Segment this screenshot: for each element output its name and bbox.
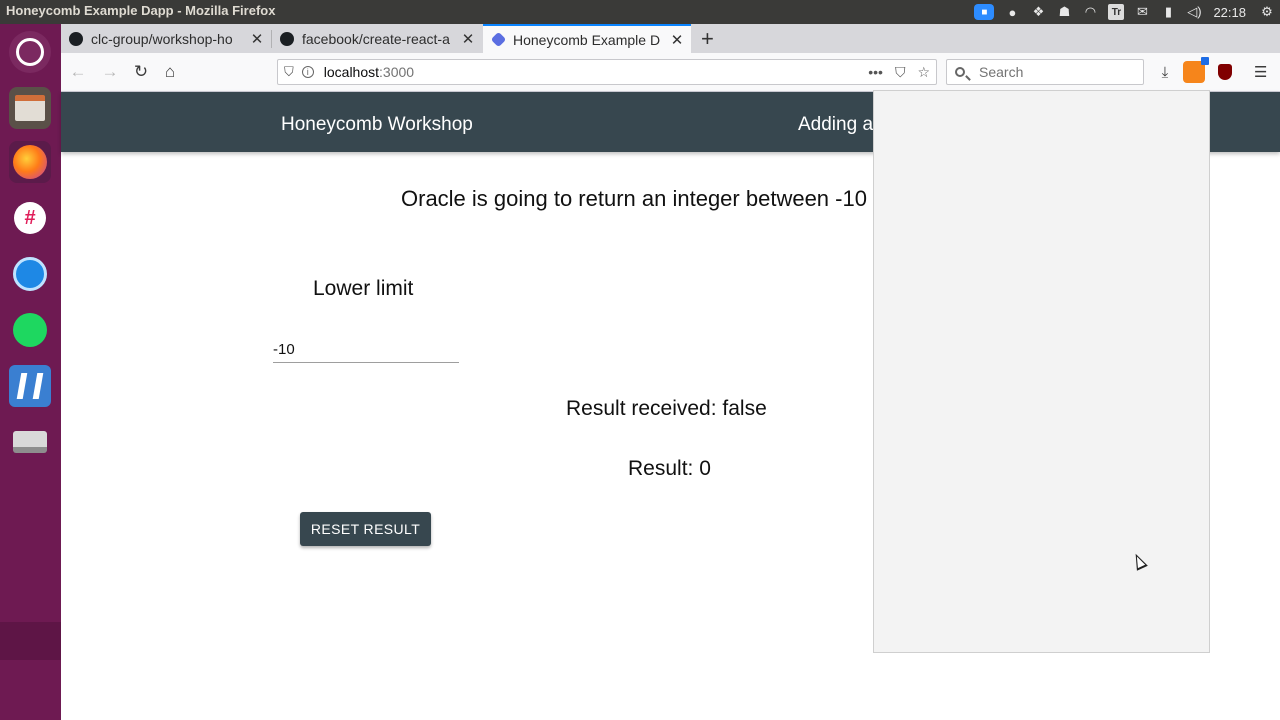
search-icon [955, 67, 965, 77]
pocket-icon[interactable]: ⛉ [895, 64, 906, 81]
github-icon [280, 31, 294, 46]
launcher-ubuntu[interactable] [6, 28, 54, 76]
launcher: # [0, 24, 61, 720]
spotify-icon [9, 309, 51, 351]
close-icon[interactable]: ✕ [460, 30, 476, 48]
app-title[interactable]: Honeycomb Workshop [281, 114, 473, 136]
result-value-text: Result: 0 [628, 457, 711, 480]
tab-label: Honeycomb Example D [513, 31, 661, 48]
oracle-message: Oracle is going to return an integer bet… [401, 186, 867, 211]
ubuntu-icon [9, 31, 51, 73]
tab-label: facebook/create-react-a [302, 30, 450, 47]
launcher-firefox[interactable] [6, 138, 54, 186]
dropbox-icon[interactable]: ❖ [1030, 4, 1046, 20]
firefox-icon [9, 141, 51, 183]
files-icon [9, 87, 51, 129]
disk-icon [9, 421, 51, 463]
downloads-icon[interactable]: ⤓ [1154, 61, 1176, 83]
launcher-vscode[interactable] [6, 362, 54, 410]
forward-arrow-icon[interactable]: → [99, 61, 121, 83]
vscode-icon [9, 365, 51, 407]
url-bar[interactable]: ⛉ i localhost:3000 ••• ⛉ ☆ [277, 59, 937, 85]
settings-gear-icon[interactable]: ⚙ [1259, 4, 1275, 20]
new-tab-plus-icon[interactable]: + [701, 26, 714, 52]
power-icon [9, 253, 51, 295]
tracking-shield-icon[interactable]: ⛉ [284, 64, 294, 80]
close-icon[interactable]: ✕ [669, 31, 685, 49]
tab-create-react-app[interactable]: facebook/create-react-a ✕ [272, 24, 482, 53]
github-icon [69, 31, 83, 46]
back-arrow-icon[interactable]: ← [67, 61, 89, 83]
mail-icon[interactable]: ✉ [1134, 4, 1150, 20]
wifi-icon[interactable]: ◠ [1082, 4, 1098, 20]
launcher-slack[interactable]: # [6, 194, 54, 242]
ublock-extension[interactable] [1218, 61, 1232, 83]
home-icon[interactable]: ⌂ [159, 61, 181, 83]
battery-icon[interactable]: ▮ [1160, 4, 1176, 20]
page-actions-icon[interactable]: ••• [868, 64, 883, 80]
user-icon[interactable]: ☗ [1056, 4, 1072, 20]
launcher-disk[interactable] [6, 418, 54, 466]
clock[interactable]: 22:18 [1213, 5, 1246, 20]
launcher-trash-area[interactable] [0, 622, 61, 660]
reload-icon[interactable]: ↻ [130, 61, 152, 83]
metamask-fox-icon [1183, 57, 1209, 83]
ublock-shield-icon [1218, 64, 1232, 80]
os-top-bar: Honeycomb Example Dapp - Mozilla Firefox… [0, 0, 1280, 24]
tab-honeycomb[interactable]: Honeycomb Example D ✕ [483, 24, 691, 53]
bookmark-star-icon[interactable]: ☆ [917, 64, 930, 81]
system-tray: ■ ● ❖ ☗ ◠ Tr ✉ ▮ ◁) 22:18 ⚙ [969, 0, 1280, 24]
search-bar[interactable] [946, 59, 1144, 85]
search-input[interactable] [977, 63, 1131, 81]
site-info-icon[interactable]: i [301, 66, 314, 78]
close-icon[interactable]: ✕ [249, 30, 265, 48]
menu-hamburger-icon[interactable]: ☰ [1254, 61, 1267, 83]
extension-popup[interactable] [873, 90, 1210, 653]
launcher-spotify[interactable] [6, 306, 54, 354]
honeycomb-icon [490, 31, 507, 48]
tab-label: clc-group/workshop-ho [91, 30, 233, 47]
steam-icon[interactable]: ● [1004, 4, 1020, 20]
volume-icon[interactable]: ◁) [1186, 4, 1202, 20]
launcher-files[interactable] [6, 84, 54, 132]
lower-limit-input[interactable] [273, 336, 459, 363]
launcher-power[interactable] [6, 250, 54, 298]
lower-limit-label: Lower limit [313, 277, 414, 300]
slack-icon: # [9, 197, 51, 239]
keyboard-layout-icon[interactable]: Tr [1108, 4, 1125, 20]
reset-result-button[interactable]: RESET RESULT [300, 512, 431, 546]
navigation-toolbar: ← → ↻ ⌂ ⛉ i localhost:3000 ••• ⛉ ☆ ⤓ ☰ [61, 53, 1280, 92]
header-nav-link[interactable]: Adding a [798, 114, 873, 136]
zoom-icon[interactable]: ■ [974, 4, 995, 20]
tab-workshop[interactable]: clc-group/workshop-ho ✕ [61, 24, 271, 53]
url-text[interactable]: localhost:3000 [324, 64, 856, 80]
metamask-extension[interactable] [1183, 57, 1209, 83]
tab-bar: clc-group/workshop-ho ✕ facebook/create-… [61, 24, 1280, 53]
result-received-text: Result received: false [566, 397, 767, 420]
window-title: Honeycomb Example Dapp - Mozilla Firefox [6, 3, 276, 18]
